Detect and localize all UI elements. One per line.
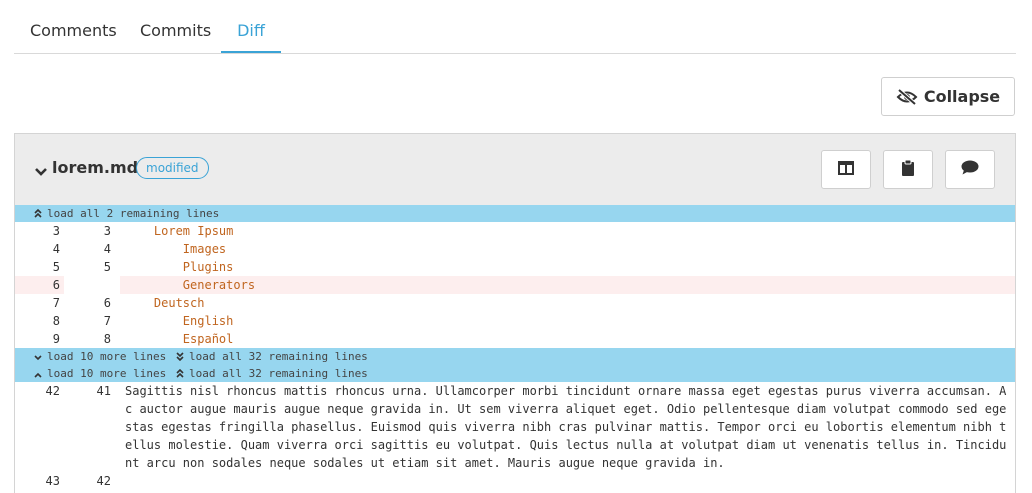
load-more-bar: load 10 more lines load all 32 remaining… [15, 348, 1015, 365]
load-more-up-bar: load 10 more lines load all 32 remaining… [15, 365, 1015, 382]
old-line-number: 43 [45, 474, 60, 488]
new-line-number: 3 [103, 224, 111, 238]
file-name[interactable]: lorem.md [52, 158, 138, 177]
file-diff: lorem.md modified load all 2 remaining l… [14, 133, 1016, 493]
load-all-top-link[interactable]: load all 2 remaining lines [34, 205, 219, 222]
comment-icon [961, 160, 979, 179]
collapse-label: Collapse [923, 87, 1001, 106]
diff-line: 8 7 English [15, 312, 1015, 330]
new-line-number: 42 [96, 474, 111, 488]
copy-button[interactable] [883, 150, 933, 189]
old-line-number: 6 [52, 278, 60, 292]
load-all-above-label: load all 32 remaining lines [189, 367, 368, 380]
load-more-up-label: load 10 more lines [47, 367, 167, 380]
new-line-number: 41 [96, 384, 111, 398]
old-line-number: 7 [52, 296, 60, 310]
new-line-number: 5 [103, 260, 111, 274]
collapse-button[interactable]: Collapse [881, 77, 1015, 116]
diff-line: 9 8 Español [15, 330, 1015, 348]
diff-line: 3 3 Lorem Ipsum [15, 222, 1015, 240]
tab-comments[interactable]: Comments [30, 0, 117, 52]
chevron-down-icon[interactable] [35, 162, 47, 181]
code-line-text: Images [125, 242, 227, 256]
clipboard-icon [902, 159, 914, 180]
old-line-number: 5 [52, 260, 60, 274]
code-line-text: Deutsch [125, 296, 205, 310]
new-line-number: 8 [103, 332, 111, 346]
old-line-number: 3 [52, 224, 60, 238]
load-all-top-label: load all 2 remaining lines [47, 207, 220, 220]
tab-diff[interactable]: Diff [221, 0, 281, 53]
load-all-above-link[interactable]: load all 32 remaining lines [176, 365, 368, 382]
new-line-number: 7 [103, 314, 111, 328]
split-view-button[interactable] [821, 150, 871, 189]
status-badge: modified [136, 157, 209, 179]
new-line-cell [64, 276, 120, 294]
code-line-text: Lorem Ipsum [125, 224, 234, 238]
eye-slash-icon [896, 88, 918, 105]
code-line-text: Plugins [125, 260, 234, 274]
code-line-text: Español [125, 332, 234, 346]
load-more-label: load 10 more lines [47, 350, 167, 363]
old-line-number: 9 [52, 332, 60, 346]
new-line-number: 4 [103, 242, 111, 256]
old-line-number: 4 [52, 242, 60, 256]
code-line-text: English [125, 314, 234, 328]
file-header: lorem.md modified [15, 134, 1015, 205]
load-more-link[interactable]: load 10 more lines [34, 348, 166, 365]
load-all-below-link[interactable]: load all 32 remaining lines [176, 348, 368, 365]
view-split-icon [838, 160, 854, 179]
load-more-up-link[interactable]: load 10 more lines [34, 365, 166, 382]
new-line-number: 6 [103, 296, 111, 310]
comment-button[interactable] [945, 150, 995, 189]
old-line-number: 8 [52, 314, 60, 328]
tab-commits[interactable]: Commits [140, 0, 211, 52]
prose-line-text: Sagittis nisl rhoncus mattis rhoncus urn… [125, 384, 1007, 470]
diff-line: 43 42 [15, 472, 1015, 490]
diff-line: 7 6 Deutsch [15, 294, 1015, 312]
load-all-below-label: load all 32 remaining lines [189, 350, 368, 363]
old-line-number: 42 [45, 384, 60, 398]
load-remaining-top: load all 2 remaining lines [15, 205, 1015, 222]
diff-line: 4 4 Images [15, 240, 1015, 258]
tab-bar: Comments Commits Diff [14, 0, 1016, 54]
code-line-text: Generators [125, 278, 256, 292]
diff-line: 5 5 Plugins [15, 258, 1015, 276]
diff-line-deleted: 6 Generators [15, 276, 1015, 294]
